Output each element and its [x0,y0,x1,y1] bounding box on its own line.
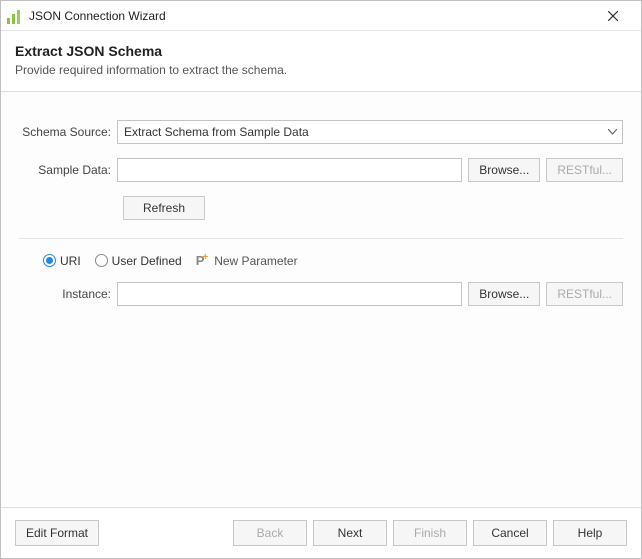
close-icon [608,11,618,21]
instance-label: Instance: [19,287,117,301]
schema-source-label: Schema Source: [19,125,117,139]
sample-data-row: Sample Data: Browse... RESTful... [19,158,623,182]
page-title: Extract JSON Schema [15,43,627,59]
radio-dot-icon [43,254,56,267]
parameter-icon: P+ [196,253,211,268]
edit-format-button[interactable]: Edit Format [15,520,99,546]
instance-type-row: URI User Defined P+ New Parameter [43,253,623,268]
close-button[interactable] [593,2,633,30]
schema-source-row: Schema Source: Extract Schema from Sampl… [19,120,623,144]
radio-user-defined[interactable]: User Defined [95,254,182,268]
titlebar: JSON Connection Wizard [1,1,641,31]
app-icon [7,8,23,24]
sample-data-input[interactable] [117,158,462,182]
instance-input[interactable] [117,282,462,306]
page-subtitle: Provide required information to extract … [15,63,627,77]
help-button[interactable]: Help [553,520,627,546]
wizard-content: Schema Source: Extract Schema from Sampl… [1,91,641,507]
instance-restful-button[interactable]: RESTful... [546,282,623,306]
section-divider [19,238,623,239]
cancel-button[interactable]: Cancel [473,520,547,546]
next-button[interactable]: Next [313,520,387,546]
wizard-footer: Edit Format Back Next Finish Cancel Help [1,507,641,558]
finish-button[interactable]: Finish [393,520,467,546]
schema-source-select[interactable]: Extract Schema from Sample Data [117,120,623,144]
instance-browse-button[interactable]: Browse... [468,282,540,306]
sample-data-label: Sample Data: [19,163,117,177]
wizard-window: JSON Connection Wizard Extract JSON Sche… [0,0,642,559]
new-parameter-button[interactable]: P+ New Parameter [196,253,298,268]
radio-uri[interactable]: URI [43,254,81,268]
radio-dot-icon [95,254,108,267]
sample-data-browse-button[interactable]: Browse... [468,158,540,182]
radio-user-defined-label: User Defined [112,254,182,268]
window-title: JSON Connection Wizard [29,9,593,23]
wizard-header: Extract JSON Schema Provide required inf… [1,31,641,91]
instance-row: Instance: Browse... RESTful... [19,282,623,306]
sample-data-restful-button[interactable]: RESTful... [546,158,623,182]
refresh-button[interactable]: Refresh [123,196,205,220]
back-button[interactable]: Back [233,520,307,546]
new-parameter-label: New Parameter [214,254,297,268]
radio-uri-label: URI [60,254,81,268]
schema-source-selected: Extract Schema from Sample Data [117,120,623,144]
refresh-row: Refresh [19,196,623,220]
